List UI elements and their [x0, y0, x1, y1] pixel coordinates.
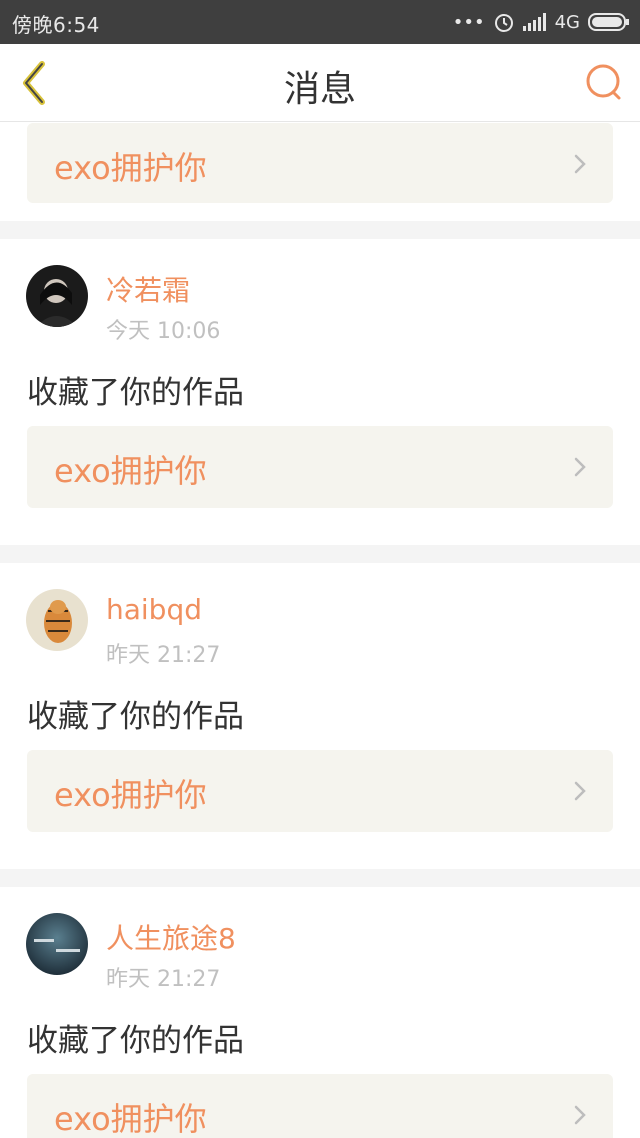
section-divider	[0, 545, 640, 563]
message-item: 冷若霜 今天 10:06 收藏了你的作品 exo拥护你	[0, 239, 640, 545]
section-divider	[0, 869, 640, 887]
search-icon[interactable]	[584, 62, 624, 102]
chevron-right-icon	[574, 154, 586, 174]
status-icons: ••• 4G	[453, 9, 630, 35]
status-bar: 傍晚6:54 ••• 4G	[0, 0, 640, 44]
status-time: 傍晚6:54	[12, 13, 100, 37]
avatar[interactable]	[26, 265, 88, 327]
more-dots-icon: •••	[452, 11, 485, 33]
avatar[interactable]	[26, 913, 88, 975]
avatar[interactable]	[26, 589, 88, 651]
alarm-icon	[494, 14, 513, 32]
battery-icon	[588, 13, 629, 31]
work-card[interactable]: exo拥护你	[27, 426, 613, 508]
network-type: 4G	[554, 11, 580, 33]
chevron-right-icon	[574, 1105, 586, 1125]
timestamp: 今天 10:06	[106, 319, 221, 344]
signal-icon	[522, 13, 546, 31]
message-list[interactable]: exo拥护你 冷若霜 今天 10:06 收藏了你的作品 exo拥护你 haibq…	[0, 123, 640, 1138]
work-card[interactable]: exo拥护你	[27, 1074, 613, 1138]
work-title: exo拥护你	[54, 452, 207, 490]
username[interactable]: 冷若霜	[106, 269, 190, 309]
section-divider	[0, 221, 640, 239]
username[interactable]: 人生旅途8	[106, 917, 236, 957]
top-nav-bar: 消息	[0, 44, 640, 122]
message-text: 收藏了你的作品	[27, 375, 244, 411]
message-item: haibqd 昨天 21:27 收藏了你的作品 exo拥护你	[0, 563, 640, 869]
chevron-right-icon	[574, 781, 586, 801]
timestamp: 昨天 21:27	[106, 643, 221, 668]
timestamp: 昨天 21:27	[106, 967, 221, 992]
message-item: 人生旅途8 昨天 21:27 收藏了你的作品 exo拥护你	[0, 887, 640, 1138]
work-card[interactable]: exo拥护你	[27, 123, 613, 203]
page-title: 消息	[283, 69, 356, 110]
message-text: 收藏了你的作品	[27, 699, 244, 735]
chevron-right-icon	[574, 457, 586, 477]
work-title: exo拥护你	[54, 149, 207, 187]
work-title: exo拥护你	[54, 776, 207, 814]
username[interactable]: haibqd	[106, 593, 202, 626]
work-card[interactable]: exo拥护你	[27, 750, 613, 832]
work-title: exo拥护你	[54, 1100, 207, 1138]
message-text: 收藏了你的作品	[27, 1023, 244, 1059]
